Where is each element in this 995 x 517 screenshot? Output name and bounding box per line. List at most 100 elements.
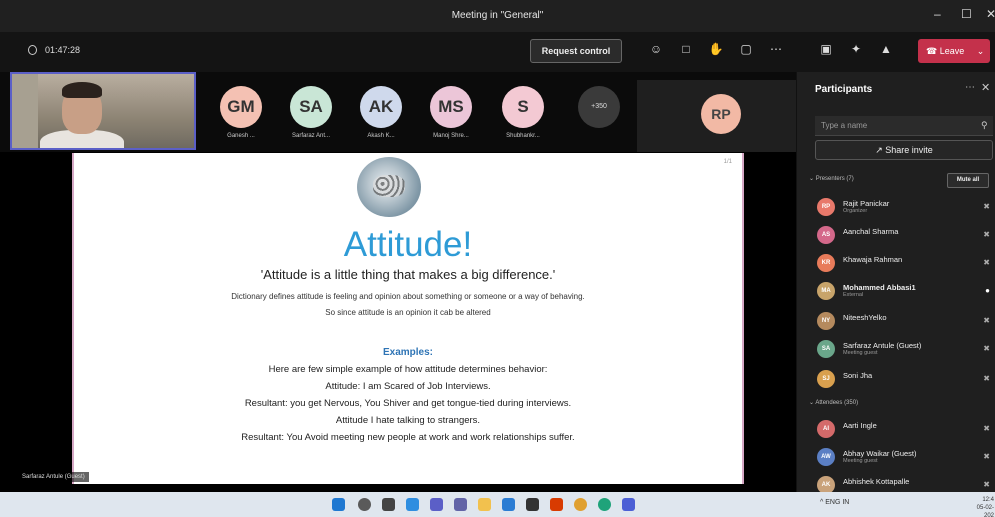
participant-tile[interactable]: GM Ganesh ...	[207, 86, 275, 139]
chrome-icon[interactable]	[574, 498, 587, 511]
avatar: NY	[817, 312, 835, 330]
start-icon[interactable]	[332, 498, 345, 511]
teams-chat-icon[interactable]	[430, 498, 443, 511]
teams-app-icon[interactable]	[622, 498, 635, 511]
presenter-tile[interactable]: RP	[637, 80, 796, 152]
people-icon[interactable]: ☺	[648, 42, 664, 56]
list-item[interactable]: AS Aanchal Sharma ✖	[817, 224, 992, 248]
taskbar-clock[interactable]: 12:4 05-02-202	[970, 496, 994, 517]
mic-off-icon: ✖	[983, 374, 990, 383]
list-item[interactable]: MA Mohammed Abbasi1 External ●	[817, 280, 992, 304]
participant-tile[interactable]: SA Sarfaraz Ant...	[277, 86, 345, 139]
camera-icon[interactable]: ▣	[818, 42, 834, 56]
share-icon[interactable]: ▲	[878, 42, 894, 56]
participant-name: Sarfaraz Ant...	[291, 133, 331, 139]
raise-hand-icon[interactable]: ✋	[708, 42, 724, 56]
task-view-icon[interactable]	[382, 498, 395, 511]
mic-off-icon: ✖	[983, 230, 990, 239]
slide-examples-heading: Examples:	[382, 347, 434, 358]
slide-definition-2: So since attitude is an opinion it cab b…	[325, 308, 491, 317]
share-icon: ↗	[875, 145, 883, 155]
maximize-icon[interactable]: ☐	[961, 7, 972, 21]
avatar: RP	[817, 198, 835, 216]
file-explorer-icon[interactable]	[478, 498, 491, 511]
minimize-icon[interactable]: –	[934, 7, 941, 21]
avatar: AS	[817, 226, 835, 244]
share-invite-button[interactable]: ↗ Share invite	[815, 140, 993, 160]
phone-icon: ☎	[926, 46, 938, 56]
meeting-timer: 01:47:28	[28, 45, 80, 55]
overflow-participants-button[interactable]: +350	[578, 86, 620, 128]
slide-logo-image	[357, 157, 421, 217]
chat-icon[interactable]: □	[678, 42, 694, 56]
more-options-icon[interactable]: ⋯	[965, 82, 975, 93]
search-icon[interactable]: ⚲	[981, 120, 988, 131]
avatar: SA	[290, 86, 332, 128]
list-item[interactable]: KR Khawaja Rahman ✖	[817, 252, 992, 276]
mic-on-icon: ●	[985, 286, 990, 295]
slide-title: Attitude!	[343, 225, 473, 264]
clock-time: 12:4	[982, 497, 994, 503]
attendees-section-header[interactable]: ⌄ Attendees (350)	[809, 399, 858, 406]
participant-tile[interactable]: MS Manoj Shre...	[417, 86, 485, 139]
list-item[interactable]: SA Sarfaraz Antule (Guest) Meeting guest…	[817, 338, 992, 362]
mic-off-icon: ✖	[983, 480, 990, 489]
rooms-icon[interactable]: ▢	[738, 42, 754, 56]
close-panel-icon[interactable]: ✕	[981, 81, 990, 94]
participant-name: Sarfaraz Antule (Guest)	[843, 341, 922, 350]
window-title: Meeting in "General"	[451, 10, 544, 21]
title-bar: Meeting in "General" – ☐ ✕	[0, 0, 995, 32]
chevron-down-icon: ⌄	[809, 400, 815, 406]
list-item[interactable]: SJ Soni Jha ✖	[817, 368, 992, 392]
system-tray[interactable]: ^ ENG IN	[820, 499, 849, 506]
participant-role: Meeting guest	[843, 350, 878, 356]
avatar: GM	[220, 86, 262, 128]
request-control-button[interactable]: Request control	[530, 39, 622, 63]
office-icon[interactable]	[550, 498, 563, 511]
participant-name: Khawaja Rahman	[843, 255, 903, 264]
more-icon[interactable]: ⋯	[768, 42, 784, 56]
avatar: MA	[817, 282, 835, 300]
list-item[interactable]: RP Rajit Panickar Organizer ✖	[817, 196, 992, 220]
store-icon[interactable]	[502, 498, 515, 511]
slide-example-line: Resultant: You Avoid meeting new people …	[241, 432, 575, 443]
widgets-icon[interactable]	[406, 498, 419, 511]
mic-icon[interactable]: ✦	[848, 42, 864, 56]
participant-name: Mohammed Abbasi1	[843, 283, 916, 292]
person-hair	[62, 82, 102, 98]
participant-tile[interactable]: S Shubhankr...	[489, 86, 557, 139]
participant-name: Aarti Ingle	[843, 421, 877, 430]
avatar: RP	[701, 94, 741, 134]
mute-all-button[interactable]: Mute all	[947, 173, 989, 188]
slide-page-number: 1/1	[723, 159, 732, 165]
participant-search-input[interactable]	[815, 116, 993, 136]
avatar: KR	[817, 254, 835, 272]
leave-label: Leave	[939, 46, 965, 56]
participant-name: Shubhankr...	[506, 133, 540, 139]
self-video-tile[interactable]	[10, 72, 196, 150]
avatar: MS	[430, 86, 472, 128]
list-item[interactable]: AI Aarti Ingle ✖	[817, 418, 992, 442]
clock-date: 05-02-202	[976, 505, 994, 517]
close-icon[interactable]: ✕	[986, 7, 995, 21]
shared-slide: 1/1 Attitude! 'Attitude is a little thin…	[72, 153, 744, 484]
teams-icon[interactable]	[454, 498, 467, 511]
presenters-section-header[interactable]: ⌄ Presenters (7)	[809, 175, 854, 182]
mic-off-icon: ✖	[983, 452, 990, 461]
slide-example-line: Attitude I hate talking to strangers.	[335, 415, 481, 426]
search-icon[interactable]	[358, 498, 371, 511]
app-icon[interactable]	[526, 498, 539, 511]
avatar: AW	[817, 448, 835, 466]
avatar: S	[502, 86, 544, 128]
list-item[interactable]: AW Abhay Waikar (Guest) Meeting guest ✖	[817, 446, 992, 470]
participant-role: External	[843, 292, 864, 298]
participant-name: Rajit Panickar	[843, 199, 890, 208]
edge-icon[interactable]	[598, 498, 611, 511]
avatar: AK	[360, 86, 402, 128]
list-item[interactable]: NY NiteeshYelko ✖	[817, 310, 992, 334]
chevron-down-icon[interactable]: ⌄	[977, 46, 985, 56]
speaker-name-tag: Sarfaraz Antule (Guest)	[18, 472, 89, 482]
leave-button[interactable]: ☎ Leave ⌄	[918, 39, 990, 63]
participant-tile[interactable]: AK Akash K...	[347, 86, 415, 139]
mic-off-icon: ✖	[983, 202, 990, 211]
